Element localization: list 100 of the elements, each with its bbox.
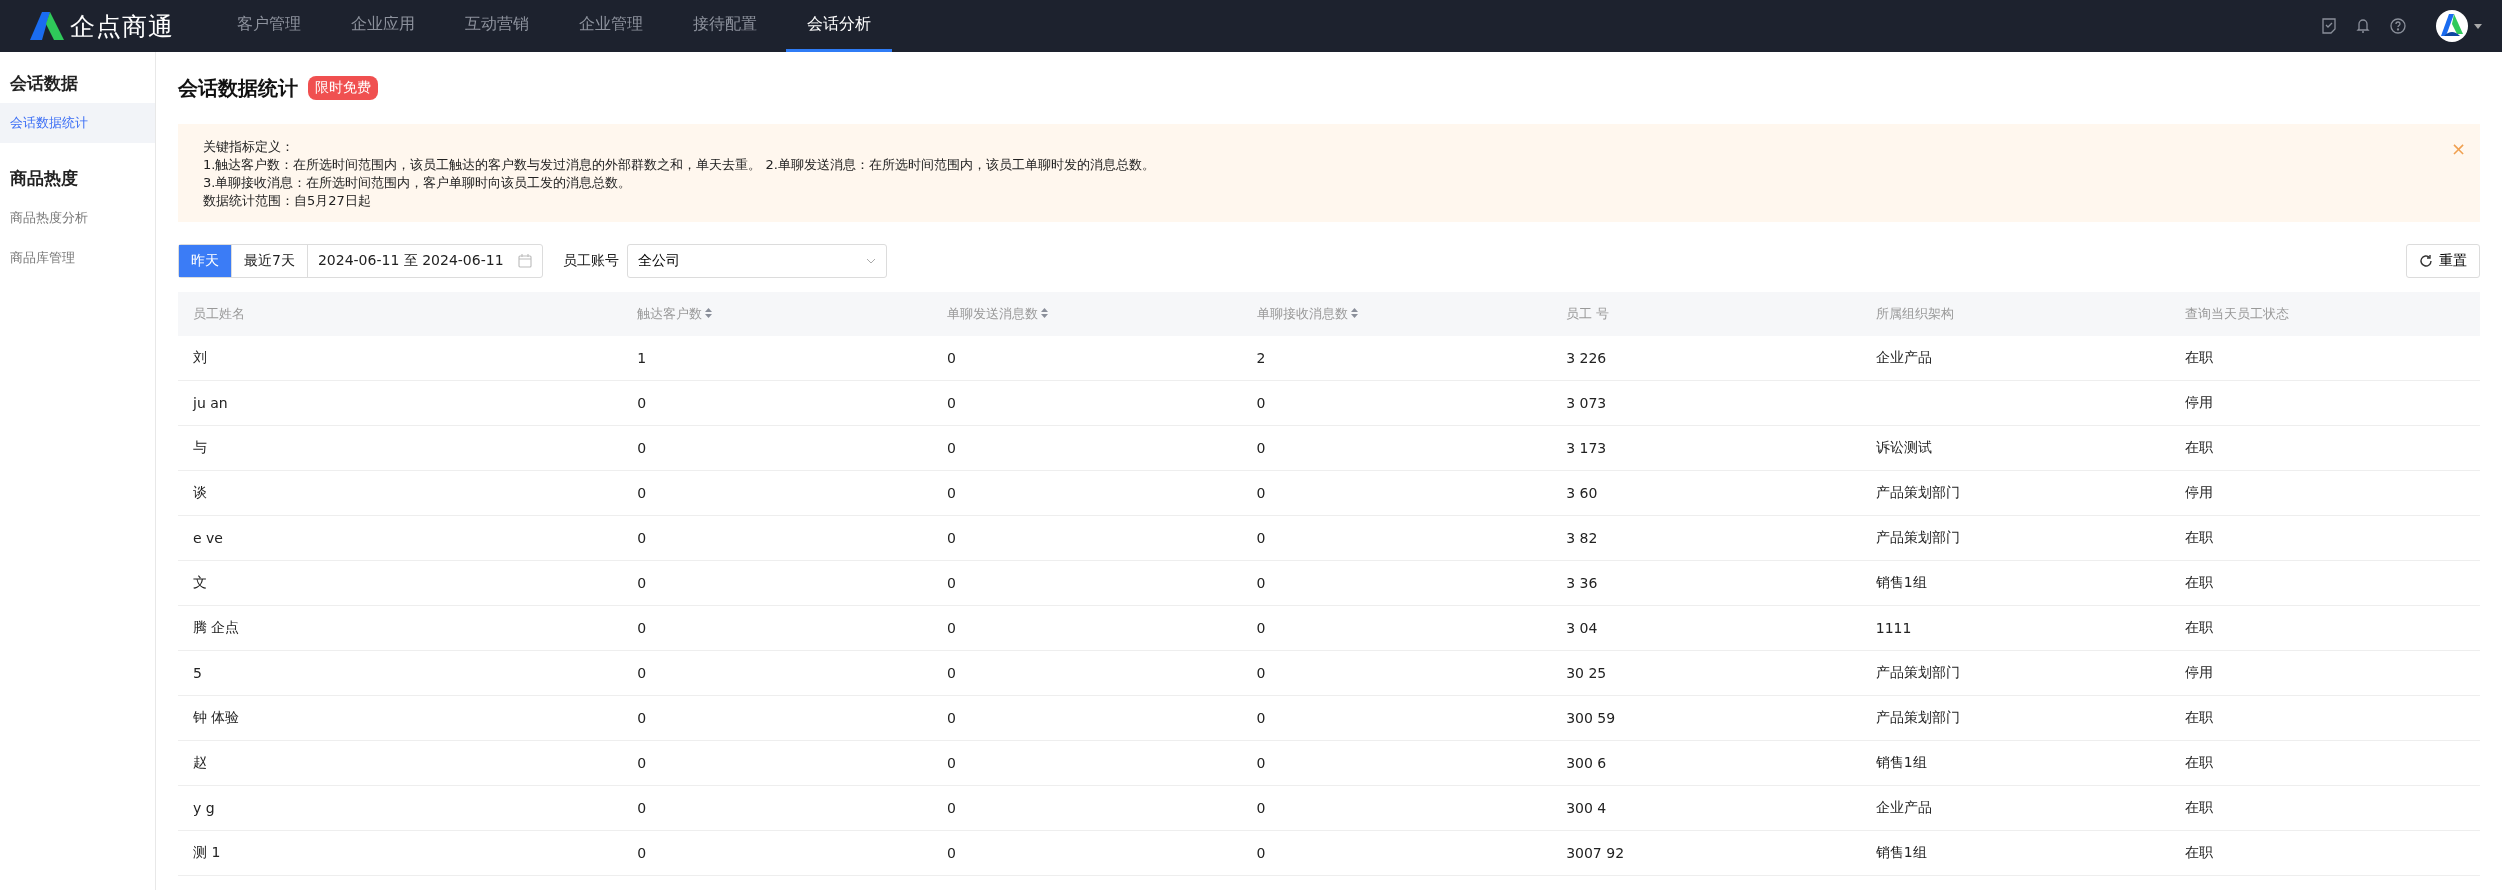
table-cell: 0: [637, 395, 647, 411]
table-cell: 0: [637, 665, 647, 681]
table-cell: 300 59: [1566, 710, 1616, 726]
table-cell: 在职: [2185, 574, 2214, 590]
table-cell: 0: [946, 575, 956, 591]
column-header[interactable]: 单聊接收消息数: [1241, 292, 1552, 336]
sidebar-item[interactable]: 会话数据统计: [0, 103, 155, 143]
table-cell: 5: [193, 665, 202, 681]
table-cell: 3 073: [1566, 395, 1607, 411]
table-cell: 诉讼测试: [1875, 439, 1932, 455]
table-cell: 0: [1256, 440, 1266, 456]
table-cell: 在职: [2185, 844, 2214, 860]
free-badge: 限时免费: [308, 76, 378, 100]
table-cell: 0: [946, 485, 956, 501]
table-cell: 在职: [2185, 439, 2214, 455]
table-cell: 3 226: [1566, 350, 1607, 366]
table-cell: 钟 体验: [193, 709, 240, 725]
table-cell: 0: [946, 530, 956, 546]
brand-name: 企点商通: [70, 10, 174, 43]
table-cell: 0: [1256, 530, 1266, 546]
task-icon[interactable]: [2322, 18, 2336, 34]
table-cell: 在职: [2185, 754, 2214, 770]
sidebar-item[interactable]: 商品热度分析: [0, 198, 155, 238]
table-cell: 测 1: [193, 844, 221, 860]
table-cell: 0: [1256, 485, 1266, 501]
table-cell: 0: [946, 800, 956, 816]
refresh-icon: [2419, 254, 2433, 268]
table-cell: 0: [1256, 710, 1266, 726]
table-cell: 腾 企点: [193, 619, 240, 635]
table-cell: 0: [637, 620, 647, 636]
logo-icon: [30, 12, 64, 40]
table-cell: 在职: [2185, 349, 2214, 365]
bell-icon[interactable]: [2356, 18, 2370, 34]
nav-tab[interactable]: 接待配置: [672, 0, 778, 52]
table-cell: 0: [637, 710, 647, 726]
account-select[interactable]: 全公司: [626, 244, 887, 278]
table-cell: 0: [637, 800, 647, 816]
caret-icon[interactable]: [2474, 23, 2482, 29]
table-cell: 0: [637, 575, 647, 591]
nav-tab[interactable]: 互动营销: [444, 0, 550, 52]
page-title: 会话数据统计: [178, 74, 298, 102]
table-cell: 产品策划部门: [1875, 664, 1960, 680]
column-header: 查询当天员工状态: [2170, 292, 2480, 336]
column-header[interactable]: 单聊发送消息数: [931, 292, 1242, 336]
table-cell: y g: [193, 800, 215, 816]
table-cell: 0: [1256, 665, 1266, 681]
avatar-icon[interactable]: [2436, 10, 2468, 42]
table-cell: 0: [1256, 395, 1266, 411]
sort-icon[interactable]: [1040, 308, 1048, 318]
table-cell: 0: [946, 845, 956, 861]
notice-text: 数据统计范围：自5月27日起: [203, 192, 372, 210]
table-cell: 企业产品: [1875, 349, 1932, 365]
table-cell: 停用: [2185, 664, 2214, 680]
nav-tab[interactable]: 客户管理: [216, 0, 322, 52]
table-cell: 在职: [2185, 619, 2214, 635]
sidebar-item[interactable]: 商品库管理: [0, 238, 155, 278]
table-cell: 赵: [193, 754, 207, 770]
table-cell: e ve: [193, 530, 223, 546]
table-cell: 销售1组: [1875, 844, 1927, 860]
column-header: 所属组织架构: [1860, 292, 2171, 336]
table-cell: 文: [193, 574, 207, 590]
sort-icon[interactable]: [1350, 308, 1358, 318]
nav-tab[interactable]: 企业管理: [558, 0, 664, 52]
table-cell: 在职: [2185, 529, 2214, 545]
help-icon[interactable]: [2390, 18, 2406, 34]
table-cell: 0: [946, 665, 956, 681]
sidebar-group-title: 商品热度: [9, 167, 79, 190]
table-cell: 0: [637, 530, 647, 546]
table-cell: 1: [637, 350, 647, 366]
table-cell: 0: [637, 440, 647, 456]
sort-icon[interactable]: [705, 308, 713, 318]
table-cell: 300 4: [1566, 800, 1607, 816]
column-header: 员工姓名: [178, 292, 623, 336]
notice-text: 3.单聊接收消息：在所选时间范围内，客户单聊时向该员工发的消息总数。: [203, 174, 633, 192]
table-cell: 与: [193, 439, 207, 455]
table-cell: 3 60: [1566, 485, 1598, 501]
table-cell: 1111: [1875, 620, 1912, 636]
table-cell: 停用: [2185, 394, 2214, 410]
table-cell: 3 04: [1566, 620, 1598, 636]
table-cell: 0: [637, 845, 647, 861]
table-cell: 3 36: [1566, 575, 1598, 591]
table-cell: 3 173: [1566, 440, 1607, 456]
table-cell: 企业产品: [1875, 799, 1932, 815]
table-cell: 30 25: [1566, 665, 1607, 681]
table-cell: 刘: [193, 349, 207, 365]
table-cell: 0: [1256, 620, 1266, 636]
table-cell: 0: [946, 710, 956, 726]
column-header: 员工 号: [1551, 292, 1861, 336]
nav-tab[interactable]: 企业应用: [330, 0, 436, 52]
table-cell: 0: [946, 440, 956, 456]
table-cell: 300 6: [1566, 755, 1607, 771]
reset-button[interactable]: 重置: [2406, 244, 2480, 278]
nav-tab[interactable]: 会话分析: [786, 0, 892, 52]
table-cell: 0: [946, 350, 956, 366]
table-cell: 0: [1256, 800, 1266, 816]
column-header[interactable]: 触达客户数: [622, 292, 932, 336]
table-cell: 产品策划部门: [1875, 484, 1960, 500]
table-cell: 0: [1256, 575, 1266, 591]
table-cell: 产品策划部门: [1875, 529, 1960, 545]
notice-text: 关键指标定义：: [203, 138, 295, 156]
